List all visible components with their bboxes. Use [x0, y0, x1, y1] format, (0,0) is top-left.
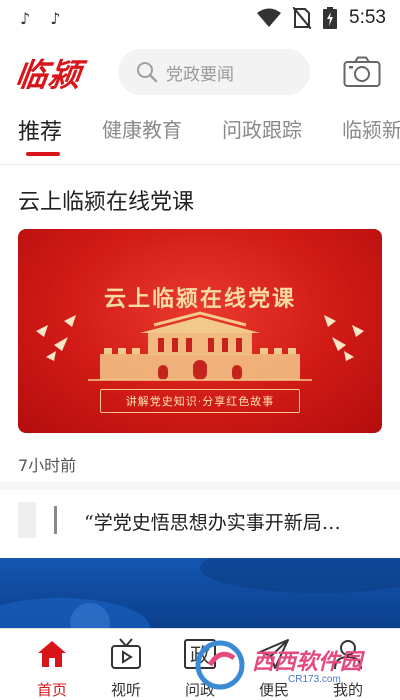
article-banner-image[interactable]: 云上临颍在线党课 讲解党史知识·分享红色故事	[18, 229, 382, 433]
watermark-logo-icon	[195, 640, 245, 690]
category-tabs: 推荐 健康教育 问政跟踪 临颍新	[0, 108, 400, 160]
article-item[interactable]: “学党史悟思想办实事开新局…	[0, 490, 400, 556]
no-sim-icon	[293, 7, 312, 29]
tab-inquiry-tracking[interactable]: 问政跟踪	[222, 114, 302, 143]
battery-charging-icon	[323, 7, 338, 29]
nav-label: 首页	[36, 681, 67, 699]
tv-icon	[111, 638, 141, 669]
blue-pattern	[0, 558, 400, 628]
tiktok-icon: ♪	[50, 8, 61, 28]
article-title[interactable]: “学党史悟思想办实事开新局…	[84, 508, 384, 535]
wifi-icon	[257, 8, 282, 27]
article-image[interactable]	[0, 558, 400, 628]
nav-home[interactable]: 首页	[22, 637, 82, 699]
article-timestamp: 7小时前	[18, 456, 77, 475]
watermark-sub: CR173.com	[288, 674, 341, 685]
search-input[interactable]: 党政要闻	[118, 49, 310, 95]
quote-bar	[54, 506, 57, 534]
search-icon	[137, 62, 158, 83]
section-divider	[0, 482, 400, 490]
search-placeholder: 党政要闻	[166, 64, 234, 85]
nav-label: 视听	[110, 681, 141, 699]
app-header: 临颍 党政要闻	[0, 44, 400, 100]
home-icon	[38, 641, 66, 667]
watermark-text: 西西软件园	[252, 650, 363, 675]
nav-video[interactable]: 视听	[96, 637, 156, 699]
banner-subtitle-box: 讲解党史知识·分享红色故事	[100, 389, 300, 413]
thumbnail-placeholder	[18, 502, 36, 538]
app-screen: ♪ ♪ 5:53 临颍 党政要闻 推荐 健康教育 问政跟踪 临颍新 云上临颍在线…	[0, 0, 400, 700]
app-logo[interactable]: 临颍	[13, 50, 85, 96]
tab-linying-news[interactable]: 临颍新	[342, 114, 400, 143]
status-bar: ♪ ♪ 5:53	[0, 0, 400, 36]
tab-health-education[interactable]: 健康教育	[102, 114, 182, 143]
tab-recommend[interactable]: 推荐	[18, 114, 62, 146]
article-title[interactable]: 云上临颍在线党课	[18, 184, 194, 216]
tiktok-icon: ♪	[20, 8, 31, 28]
active-tab-indicator	[26, 152, 60, 156]
camera-icon[interactable]	[343, 56, 381, 88]
clock: 5:53	[349, 7, 386, 28]
banner-subtitle: 讲解党史知识·分享红色故事	[125, 395, 275, 408]
watermark: 西西软件园 CR173.com	[190, 638, 395, 692]
divider	[0, 164, 400, 165]
